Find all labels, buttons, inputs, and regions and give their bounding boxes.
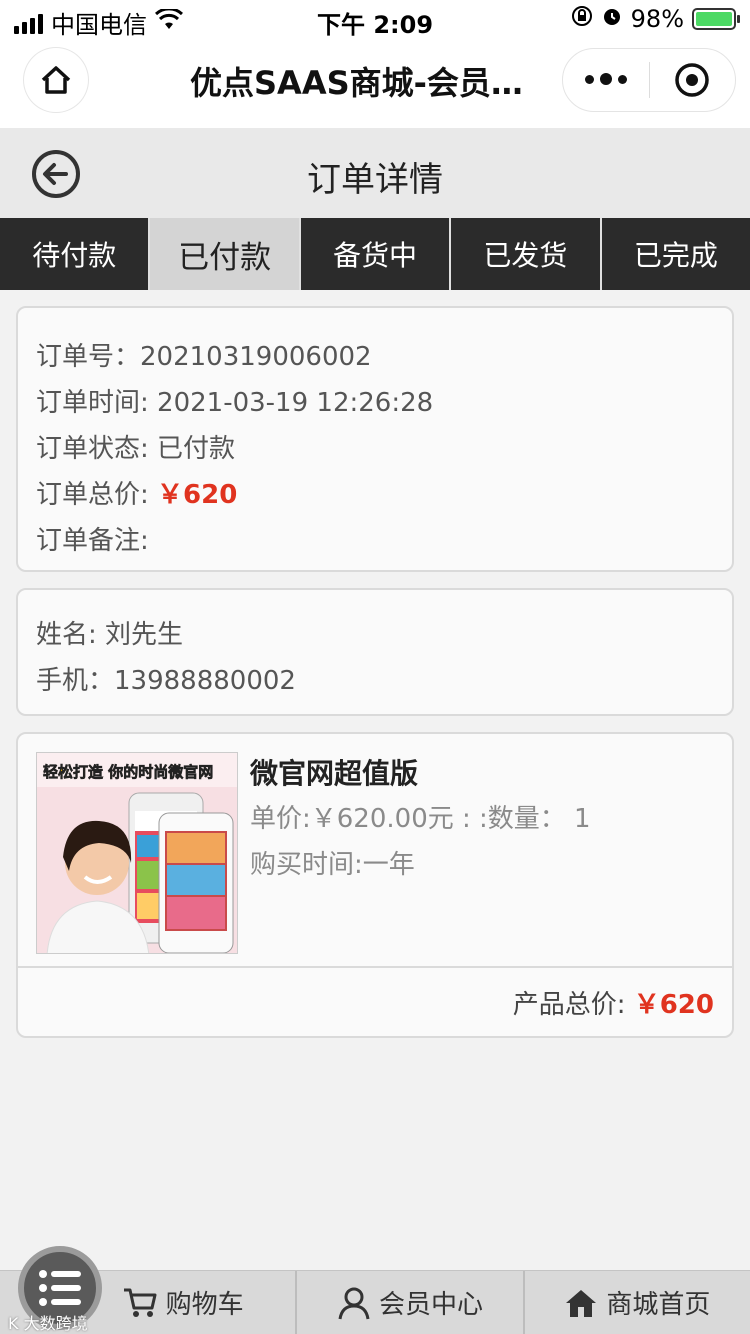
product-total-label: 产品总价: xyxy=(512,990,634,1020)
house-icon xyxy=(566,1289,597,1317)
product-total-row: 产品总价: ￥620 xyxy=(513,984,714,1021)
contact-phone-value: 13988880002 xyxy=(114,666,296,696)
cart-icon xyxy=(123,1288,157,1317)
order-total-label: 订单总价: xyxy=(36,480,158,510)
page-title: 订单详情 xyxy=(307,160,443,200)
more-button[interactable] xyxy=(563,49,649,111)
nav-mall-home[interactable]: 商城首页 xyxy=(525,1271,750,1334)
tab-paid[interactable]: 已付款 xyxy=(150,218,301,290)
order-status-value: 已付款 xyxy=(157,434,236,464)
order-info-card: 订单号：20210319006002 订单时间: 2021-03-19 12:2… xyxy=(16,306,734,572)
mini-program-title: 优点SAAS商城-会员… xyxy=(190,64,523,102)
tab-shipped[interactable]: 已发货 xyxy=(451,218,602,290)
mini-program-nav: 优点SAAS商城-会员… xyxy=(0,40,750,128)
order-total-row: 订单总价: ￥620 xyxy=(36,472,714,518)
contact-info-card: 姓名: 刘先生 手机：13988880002 xyxy=(16,588,734,716)
product-purchase-period: 购买时间:一年 xyxy=(250,850,415,880)
close-button[interactable] xyxy=(650,49,736,111)
home-icon xyxy=(41,66,71,94)
product-card: 轻松打造 你的时尚微官网 微官网超值版 单价:￥620.00元 : :数量： 1… xyxy=(16,732,734,1038)
nav-member-center[interactable]: 会员中心 xyxy=(297,1271,525,1334)
order-status-tabs: 待付款 已付款 备货中 已发货 已完成 xyxy=(0,218,750,290)
nav-cart-label: 购物车 xyxy=(165,1290,244,1320)
product-total-value: ￥620 xyxy=(633,990,714,1020)
order-time-label: 订单时间: xyxy=(36,388,158,418)
order-time-row: 订单时间: 2021-03-19 12:26:28 xyxy=(36,380,714,426)
status-bar: 中国电信 下午 2:09 98% xyxy=(0,0,750,40)
product-item[interactable]: 轻松打造 你的时尚微官网 微官网超值版 单价:￥620.00元 : :数量： 1… xyxy=(18,734,732,968)
status-right: 98% xyxy=(571,5,740,33)
rotation-lock-icon xyxy=(571,5,593,33)
home-button[interactable] xyxy=(24,48,88,112)
product-image-caption: 轻松打造 你的时尚微官网 xyxy=(43,763,213,781)
order-remark-row: 订单备注: xyxy=(36,518,714,564)
contact-phone-row: 手机：13988880002 xyxy=(36,658,714,704)
order-remark-label: 订单备注: xyxy=(36,526,149,556)
nav-mall-home-label: 商城首页 xyxy=(606,1290,711,1320)
contact-name-label: 姓名: xyxy=(36,620,106,650)
product-price-quantity: 单价:￥620.00元 : :数量： 1 xyxy=(250,804,591,834)
tab-pending-payment[interactable]: 待付款 xyxy=(0,218,151,290)
tab-preparing[interactable]: 备货中 xyxy=(301,218,452,290)
order-status-row: 订单状态: 已付款 xyxy=(36,426,714,472)
tab-completed[interactable]: 已完成 xyxy=(602,218,750,290)
capsule-menu xyxy=(562,48,736,112)
order-number-label: 订单号： xyxy=(36,342,141,372)
contact-name-value: 刘先生 xyxy=(105,620,184,650)
contact-phone-label: 手机： xyxy=(36,666,115,696)
user-icon xyxy=(338,1287,370,1319)
order-total-value: ￥620 xyxy=(157,480,238,510)
nav-member-center-label: 会员中心 xyxy=(378,1290,483,1320)
watermark-text: K 大数跨境 xyxy=(8,1314,88,1333)
more-dots-icon xyxy=(584,73,627,86)
target-circle-icon xyxy=(675,63,709,97)
order-number-value: 20210319006002 xyxy=(140,342,372,372)
order-time-value: 2021-03-19 12:26:28 xyxy=(157,388,434,418)
contact-name-row: 姓名: 刘先生 xyxy=(36,612,714,658)
product-name[interactable]: 微官网超值版 xyxy=(250,752,418,792)
alarm-icon xyxy=(601,5,623,33)
menu-list-icon xyxy=(39,1270,81,1306)
order-status-label: 订单状态: xyxy=(36,434,158,464)
product-image[interactable]: 轻松打造 你的时尚微官网 xyxy=(36,752,238,954)
battery-icon xyxy=(692,8,740,30)
order-number-row: 订单号：20210319006002 xyxy=(36,334,714,380)
bottom-nav-bar: 购物车 会员中心 商城首页 xyxy=(0,1270,750,1334)
page-header: 订单详情 xyxy=(0,128,750,218)
battery-percent: 98% xyxy=(630,5,684,33)
